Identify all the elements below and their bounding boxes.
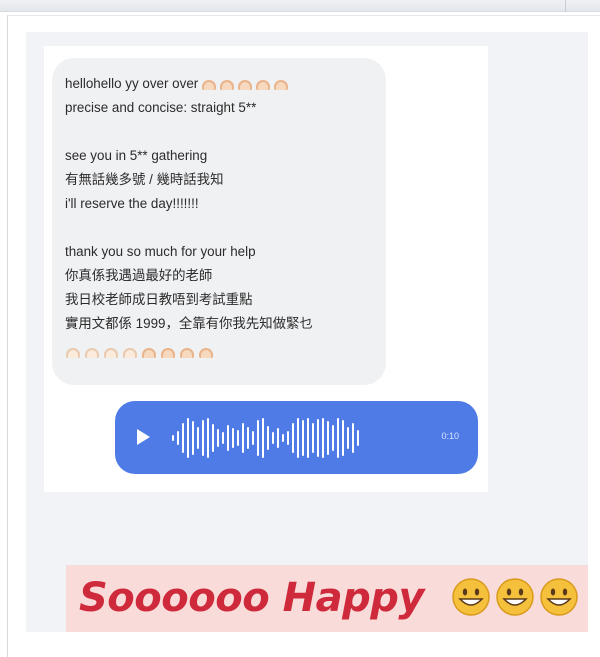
waveform-bar — [207, 418, 209, 458]
raised-hands-icon — [66, 348, 374, 358]
raised-hands-icon — [202, 80, 289, 90]
waveform-bar — [182, 423, 184, 453]
waveform-bar — [337, 418, 339, 458]
waveform-bar — [317, 419, 319, 457]
waveform-bar — [302, 420, 304, 456]
waveform-bar — [307, 418, 309, 458]
waveform-bar — [177, 431, 179, 445]
waveform-bar — [262, 418, 264, 458]
message-line: 我日校老師成日教唔到考試重點 — [65, 292, 253, 307]
waveform-bar — [327, 421, 329, 455]
grinning-face-icon — [540, 578, 578, 616]
message-line: hellohello yy over over — [65, 72, 374, 96]
waveform-bar — [252, 431, 254, 445]
waveform-bar — [237, 430, 239, 446]
top-border — [0, 0, 600, 12]
play-icon[interactable] — [137, 429, 150, 445]
message-line: 有無話幾多號 / 幾時話我知 — [65, 172, 224, 187]
waveform-bar — [282, 434, 284, 442]
waveform-bar — [332, 425, 334, 451]
waveform-bar — [222, 432, 224, 444]
window-divider — [565, 0, 566, 12]
received-message-bubble: hellohello yy over over precise and conc… — [52, 58, 386, 385]
waveform-bar — [267, 426, 269, 450]
waveform-bar — [232, 428, 234, 448]
waveform-bar — [287, 431, 289, 445]
waveform-bar — [212, 424, 214, 452]
waveform-bar — [187, 418, 189, 458]
waveform-bar — [217, 429, 219, 447]
message-line-blank — [65, 120, 374, 144]
waveform-bar — [172, 435, 174, 441]
message-line-blank — [65, 216, 374, 240]
waveform-bar — [247, 427, 249, 449]
waveform-bar — [277, 428, 279, 448]
banner-caption: Soooooo Happy — [79, 575, 424, 621]
waveform-bar — [347, 427, 349, 449]
message-line: 實用文都係 1999，全靠有你我先知做緊乜 — [65, 316, 313, 331]
message-line: precise and concise: straight 5** — [65, 100, 257, 115]
message-line: see you in 5** gathering — [65, 148, 208, 163]
waveform-bar — [357, 430, 359, 446]
message-line: 你真係我遇過最好的老師 — [65, 268, 213, 283]
waveform-bar — [322, 418, 324, 458]
waveform-bar — [242, 423, 244, 453]
waveform — [172, 414, 359, 462]
waveform-bar — [257, 420, 259, 456]
waveform-bar — [342, 420, 344, 456]
message-line: thank you so much for your help — [65, 244, 256, 259]
waveform-bar — [197, 427, 199, 449]
message-line: i'll reserve the day!!!!!!! — [65, 196, 199, 211]
waveform-bar — [202, 420, 204, 456]
waveform-bar — [192, 421, 194, 455]
waveform-bar — [272, 432, 274, 444]
waveform-bar — [297, 418, 299, 458]
grinning-face-icon — [496, 578, 534, 616]
waveform-bar — [292, 423, 294, 453]
grinning-face-icon — [452, 578, 490, 616]
waveform-bar — [352, 423, 354, 453]
voice-duration: 0:10 — [441, 431, 459, 441]
waveform-bar — [227, 425, 229, 451]
waveform-bar — [312, 423, 314, 453]
